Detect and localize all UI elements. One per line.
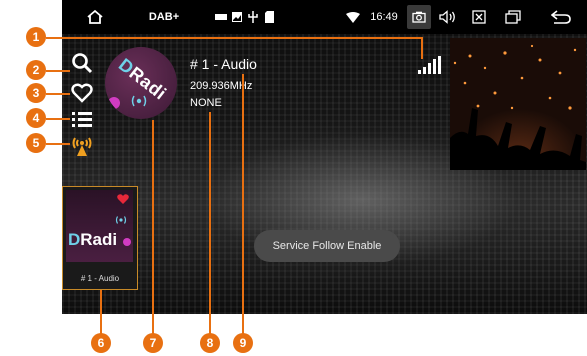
camera-icon[interactable] [407,5,431,29]
logo-dot [108,97,120,109]
toast-message: Service Follow Enable [254,230,400,262]
station-title: # 1 - Audio [190,56,257,72]
back-icon[interactable] [548,0,574,34]
preset-logo-dot [123,238,131,246]
favorite-heart-icon[interactable] [117,194,129,205]
close-box-icon[interactable] [468,0,490,34]
wifi-icon [343,0,363,34]
status-bar: DAB+ 16:49 [62,0,587,34]
callout-marker-5: 5 [26,133,46,153]
callout-line-2 [46,70,70,72]
dab-radio-screen: DAB+ 16:49 DRadi # 1 - Audio 209.936MHz … [62,0,587,314]
home-icon[interactable] [82,0,108,34]
callout-line-9 [242,74,244,334]
volume-icon[interactable] [437,0,459,34]
callout-line-4 [46,118,70,120]
preset-logo-text: DRadi [68,230,117,250]
callout-marker-7: 7 [143,333,163,353]
program-type: NONE [190,97,222,109]
callout-marker-6: 6 [91,333,111,353]
callout-line-8 [209,112,211,334]
search-icon[interactable] [62,50,102,76]
antenna-icon[interactable] [62,132,102,158]
sd-card-icon [262,0,276,34]
usb-icon [246,0,260,34]
callout-line-5 [46,143,70,145]
image-icon [230,0,244,34]
preset-broadcast-icon [115,216,127,224]
preset-logo-radio: Radi [80,230,118,249]
callout-line-1 [46,37,422,39]
callout-line-3 [46,93,70,95]
callout-line-1-drop [421,37,423,59]
callout-marker-1: 1 [26,27,46,47]
mode-label: DAB+ [148,11,180,23]
preset-tile[interactable]: DRadi # 1 - Audio [62,186,138,290]
station-logo: DRadi [105,47,177,119]
preset-logo-d: D [68,230,81,249]
preset-label: # 1 - Audio [80,274,120,283]
callout-line-7 [152,120,154,334]
callout-marker-3: 3 [26,83,46,103]
callout-marker-2: 2 [26,60,46,80]
slideshow-image [450,38,586,170]
callout-marker-8: 8 [200,333,220,353]
callout-marker-4: 4 [26,108,46,128]
preset-artwork: DRadi [66,190,133,262]
clock: 16:49 [370,11,398,23]
broadcast-icon [131,95,147,107]
bt-icon [212,0,230,34]
windows-icon[interactable] [502,0,524,34]
callout-marker-9: 9 [233,333,253,353]
callout-line-6 [100,290,102,334]
